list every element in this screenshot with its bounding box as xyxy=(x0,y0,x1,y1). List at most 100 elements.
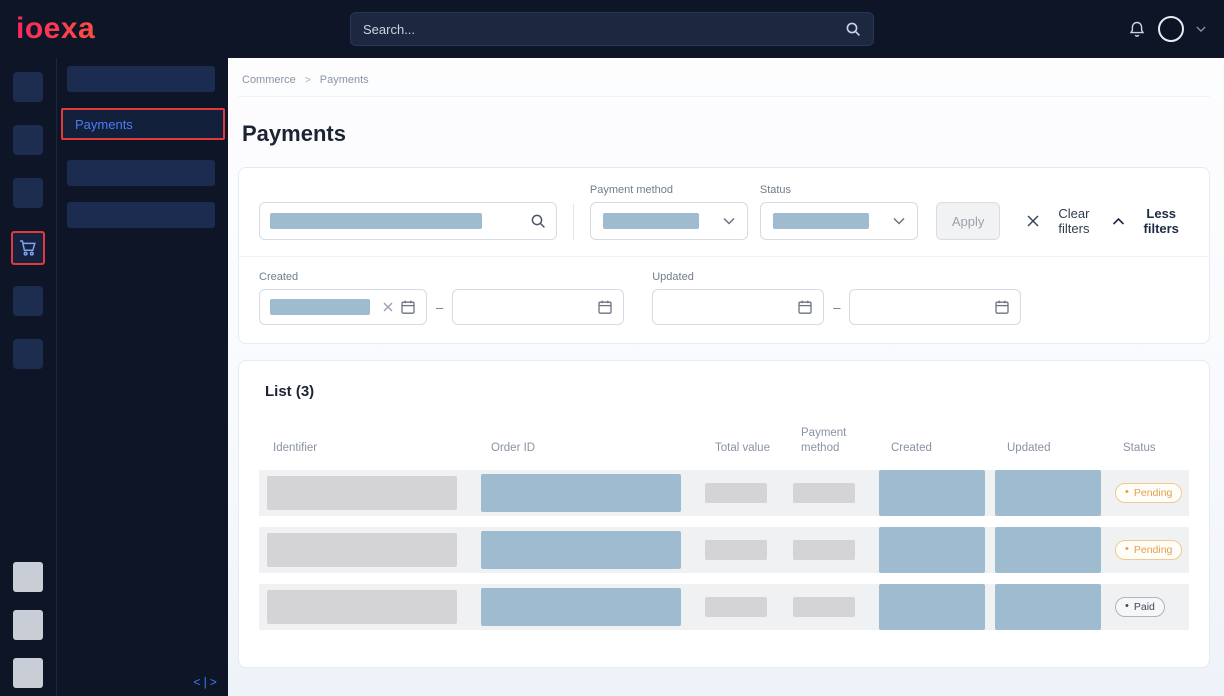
calendar-icon[interactable] xyxy=(994,299,1010,315)
rail-bottom-item-1[interactable] xyxy=(13,562,43,592)
total-value-placeholder xyxy=(705,483,767,503)
sidebar-item-1[interactable] xyxy=(67,66,215,92)
clear-filters-button[interactable]: Clear filters xyxy=(1026,202,1100,240)
breadcrumb-commerce[interactable]: Commerce xyxy=(242,74,296,86)
global-search-placeholder: Search... xyxy=(363,22,845,37)
rail-bottom-item-3[interactable] xyxy=(13,658,43,688)
breadcrumb-separator: > xyxy=(305,75,311,86)
updated-from-date-input[interactable] xyxy=(652,289,824,325)
sidebar-item-payments-active[interactable]: Payments xyxy=(61,108,225,140)
user-avatar[interactable] xyxy=(1158,16,1184,42)
close-icon xyxy=(1026,214,1040,228)
table-header: Identifier Order ID Total value Payment … xyxy=(259,426,1189,456)
search-icon xyxy=(530,213,546,229)
total-value-placeholder xyxy=(705,597,767,617)
less-filters-button[interactable]: Less filters xyxy=(1112,202,1189,240)
status-value-placeholder xyxy=(773,213,869,229)
column-updated: Updated xyxy=(993,441,1109,456)
less-filters-label: Less filters xyxy=(1133,206,1189,236)
filters-card: Payment method Status xyxy=(238,167,1210,344)
table-row[interactable]: • Pending xyxy=(259,470,1189,516)
table-row[interactable]: • Paid xyxy=(259,584,1189,630)
order-id-placeholder xyxy=(481,474,681,512)
updated-placeholder xyxy=(995,527,1101,573)
date-range-dash: – xyxy=(436,300,443,315)
cart-icon xyxy=(18,238,38,258)
rail-nav-item-6[interactable] xyxy=(13,339,43,369)
updated-placeholder xyxy=(995,584,1101,630)
panel-collapse-icon[interactable]: <|> xyxy=(193,676,218,690)
status-dot-icon: • xyxy=(1125,544,1129,555)
rail-nav-commerce-highlighted[interactable] xyxy=(11,231,45,265)
column-order-id: Order ID xyxy=(477,441,701,456)
filter-search-input[interactable] xyxy=(259,202,557,240)
global-search-input[interactable]: Search... xyxy=(350,12,874,46)
filter-divider xyxy=(573,204,574,240)
column-identifier: Identifier xyxy=(259,441,477,456)
created-placeholder xyxy=(879,584,985,630)
created-from-date-input[interactable] xyxy=(259,289,427,325)
search-icon xyxy=(845,21,861,37)
payment-method-select[interactable] xyxy=(590,202,748,240)
status-badge: • Paid xyxy=(1115,597,1165,617)
clear-filters-label: Clear filters xyxy=(1047,206,1100,236)
list-card: List (3) Identifier Order ID Total value… xyxy=(238,360,1210,668)
status-dot-icon: • xyxy=(1125,487,1129,498)
sidebar-item-3[interactable] xyxy=(67,160,215,186)
created-placeholder xyxy=(879,470,985,516)
payment-method-label: Payment method xyxy=(590,184,748,196)
status-select[interactable] xyxy=(760,202,918,240)
updated-to-date-input[interactable] xyxy=(849,289,1021,325)
user-menu-caret-icon[interactable] xyxy=(1196,24,1206,34)
breadcrumb: Commerce > Payments xyxy=(238,58,1210,97)
payment-method-placeholder xyxy=(793,540,855,560)
filters-row-divider xyxy=(239,256,1209,257)
created-label: Created xyxy=(259,271,624,283)
identifier-placeholder xyxy=(267,476,457,510)
chevron-down-icon xyxy=(723,217,735,225)
rail-nav-item-1[interactable] xyxy=(13,72,43,102)
app-window: ioexa Search... xyxy=(0,0,1224,696)
order-id-placeholder xyxy=(481,531,681,569)
column-created: Created xyxy=(877,441,993,456)
main-content: Commerce > Payments Payments xyxy=(228,58,1224,696)
table-row[interactable]: • Pending xyxy=(259,527,1189,573)
identifier-placeholder xyxy=(267,533,457,567)
updated-label: Updated xyxy=(652,271,1021,283)
rail-nav-item-5[interactable] xyxy=(13,286,43,316)
order-id-placeholder xyxy=(481,588,681,626)
identifier-placeholder xyxy=(267,590,457,624)
rail-bottom-item-2[interactable] xyxy=(13,610,43,640)
chevron-up-icon xyxy=(1112,217,1125,226)
breadcrumb-payments[interactable]: Payments xyxy=(320,74,369,86)
column-status: Status xyxy=(1109,441,1189,456)
list-title: List (3) xyxy=(265,383,1189,400)
icon-rail xyxy=(0,58,56,696)
date-range-dash: – xyxy=(833,300,840,315)
updated-placeholder xyxy=(995,470,1101,516)
filter-search-value-placeholder xyxy=(270,213,482,229)
payment-method-placeholder xyxy=(793,597,855,617)
calendar-icon[interactable] xyxy=(597,299,613,315)
app-logo[interactable]: ioexa xyxy=(16,12,95,46)
topbar: ioexa Search... xyxy=(0,0,1224,58)
column-payment-method: Payment method xyxy=(787,426,877,456)
created-from-value-placeholder xyxy=(270,299,370,315)
rail-nav-item-2[interactable] xyxy=(13,125,43,155)
created-placeholder xyxy=(879,527,985,573)
status-badge: • Pending xyxy=(1115,483,1182,503)
topbar-actions xyxy=(1128,16,1206,42)
apply-button[interactable]: Apply xyxy=(936,202,1001,240)
calendar-icon[interactable] xyxy=(797,299,813,315)
calendar-icon[interactable] xyxy=(400,299,416,315)
rail-nav-item-3[interactable] xyxy=(13,178,43,208)
notifications-bell-icon[interactable] xyxy=(1128,20,1146,39)
total-value-placeholder xyxy=(705,540,767,560)
status-label: Status xyxy=(760,184,918,196)
sidebar-item-payments-label: Payments xyxy=(75,117,133,132)
page-title: Payments xyxy=(242,121,1210,147)
sidebar-item-4[interactable] xyxy=(67,202,215,228)
status-dot-icon: • xyxy=(1125,601,1129,612)
clear-date-icon[interactable] xyxy=(383,302,393,312)
created-to-date-input[interactable] xyxy=(452,289,624,325)
